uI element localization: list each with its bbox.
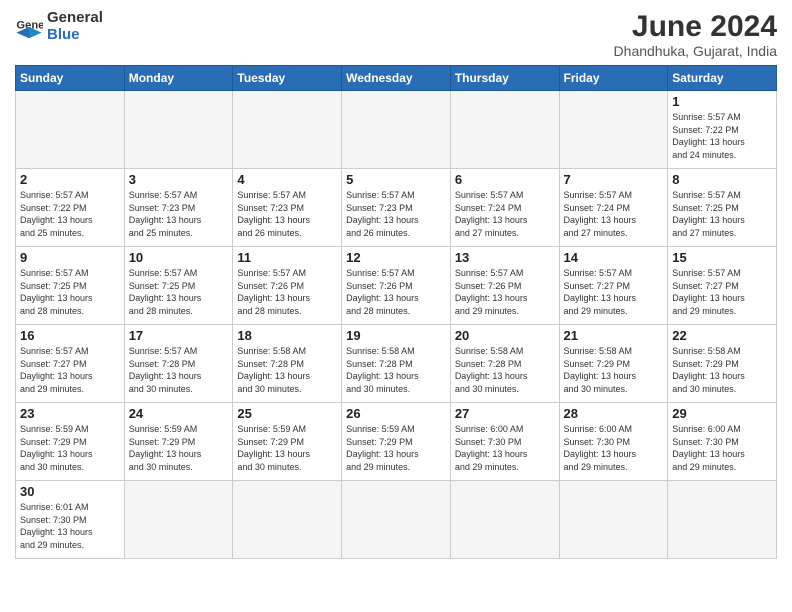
day-10: 10 Sunrise: 5:57 AMSunset: 7:25 PMDaylig…: [124, 247, 233, 325]
header-thursday: Thursday: [450, 66, 559, 91]
day-empty-7: [124, 481, 233, 559]
logo-general: General: [47, 10, 103, 27]
day-8: 8 Sunrise: 5:57 AMSunset: 7:25 PMDayligh…: [668, 169, 777, 247]
day-30: 30 Sunrise: 6:01 AMSunset: 7:30 PMDaylig…: [16, 481, 125, 559]
day-23: 23 Sunrise: 5:59 AMSunset: 7:29 PMDaylig…: [16, 403, 125, 481]
header-friday: Friday: [559, 66, 668, 91]
day-empty-4: [342, 91, 451, 169]
logo-icon: General: [15, 13, 43, 41]
day-empty-12: [668, 481, 777, 559]
day-16: 16 Sunrise: 5:57 AMSunset: 7:27 PMDaylig…: [16, 325, 125, 403]
day-14: 14 Sunrise: 5:57 AMSunset: 7:27 PMDaylig…: [559, 247, 668, 325]
header-tuesday: Tuesday: [233, 66, 342, 91]
day-7: 7 Sunrise: 5:57 AMSunset: 7:24 PMDayligh…: [559, 169, 668, 247]
day-25: 25 Sunrise: 5:59 AMSunset: 7:29 PMDaylig…: [233, 403, 342, 481]
header-monday: Monday: [124, 66, 233, 91]
week-row-5: 23 Sunrise: 5:59 AMSunset: 7:29 PMDaylig…: [16, 403, 777, 481]
week-row-1: 1 Sunrise: 5:57 AMSunset: 7:22 PMDayligh…: [16, 91, 777, 169]
day-17: 17 Sunrise: 5:57 AMSunset: 7:28 PMDaylig…: [124, 325, 233, 403]
day-1: 1 Sunrise: 5:57 AMSunset: 7:22 PMDayligh…: [668, 91, 777, 169]
logo-blue: Blue: [47, 27, 103, 44]
calendar-subtitle: Dhandhuka, Gujarat, India: [614, 43, 777, 59]
day-19: 19 Sunrise: 5:58 AMSunset: 7:28 PMDaylig…: [342, 325, 451, 403]
day-28: 28 Sunrise: 6:00 AMSunset: 7:30 PMDaylig…: [559, 403, 668, 481]
day-3: 3 Sunrise: 5:57 AMSunset: 7:23 PMDayligh…: [124, 169, 233, 247]
day-18: 18 Sunrise: 5:58 AMSunset: 7:28 PMDaylig…: [233, 325, 342, 403]
header-wednesday: Wednesday: [342, 66, 451, 91]
day-26: 26 Sunrise: 5:59 AMSunset: 7:29 PMDaylig…: [342, 403, 451, 481]
day-empty-8: [233, 481, 342, 559]
header-saturday: Saturday: [668, 66, 777, 91]
title-area: June 2024 Dhandhuka, Gujarat, India: [614, 10, 777, 59]
day-4: 4 Sunrise: 5:57 AMSunset: 7:23 PMDayligh…: [233, 169, 342, 247]
week-row-3: 9 Sunrise: 5:57 AMSunset: 7:25 PMDayligh…: [16, 247, 777, 325]
day-21: 21 Sunrise: 5:58 AMSunset: 7:29 PMDaylig…: [559, 325, 668, 403]
day-11: 11 Sunrise: 5:57 AMSunset: 7:26 PMDaylig…: [233, 247, 342, 325]
week-row-6: 30 Sunrise: 6:01 AMSunset: 7:30 PMDaylig…: [16, 481, 777, 559]
day-empty-6: [559, 91, 668, 169]
day-22: 22 Sunrise: 5:58 AMSunset: 7:29 PMDaylig…: [668, 325, 777, 403]
day-12: 12 Sunrise: 5:57 AMSunset: 7:26 PMDaylig…: [342, 247, 451, 325]
day-empty-1: [16, 91, 125, 169]
week-row-4: 16 Sunrise: 5:57 AMSunset: 7:27 PMDaylig…: [16, 325, 777, 403]
day-24: 24 Sunrise: 5:59 AMSunset: 7:29 PMDaylig…: [124, 403, 233, 481]
day-empty-5: [450, 91, 559, 169]
calendar-title: June 2024: [614, 10, 777, 43]
day-empty-9: [342, 481, 451, 559]
day-27: 27 Sunrise: 6:00 AMSunset: 7:30 PMDaylig…: [450, 403, 559, 481]
day-29: 29 Sunrise: 6:00 AMSunset: 7:30 PMDaylig…: [668, 403, 777, 481]
day-empty-2: [124, 91, 233, 169]
day-9: 9 Sunrise: 5:57 AMSunset: 7:25 PMDayligh…: [16, 247, 125, 325]
day-15: 15 Sunrise: 5:57 AMSunset: 7:27 PMDaylig…: [668, 247, 777, 325]
weekday-header-row: Sunday Monday Tuesday Wednesday Thursday…: [16, 66, 777, 91]
week-row-2: 2 Sunrise: 5:57 AMSunset: 7:22 PMDayligh…: [16, 169, 777, 247]
day-empty-3: [233, 91, 342, 169]
calendar-page: General General Blue June 2024 Dhandhuka…: [0, 0, 792, 612]
day-empty-10: [450, 481, 559, 559]
day-6: 6 Sunrise: 5:57 AMSunset: 7:24 PMDayligh…: [450, 169, 559, 247]
day-5: 5 Sunrise: 5:57 AMSunset: 7:23 PMDayligh…: [342, 169, 451, 247]
header: General General Blue June 2024 Dhandhuka…: [15, 10, 777, 59]
logo: General General Blue: [15, 10, 103, 43]
day-13: 13 Sunrise: 5:57 AMSunset: 7:26 PMDaylig…: [450, 247, 559, 325]
day-2: 2 Sunrise: 5:57 AMSunset: 7:22 PMDayligh…: [16, 169, 125, 247]
calendar-table: Sunday Monday Tuesday Wednesday Thursday…: [15, 65, 777, 559]
day-empty-11: [559, 481, 668, 559]
header-sunday: Sunday: [16, 66, 125, 91]
day-20: 20 Sunrise: 5:58 AMSunset: 7:28 PMDaylig…: [450, 325, 559, 403]
